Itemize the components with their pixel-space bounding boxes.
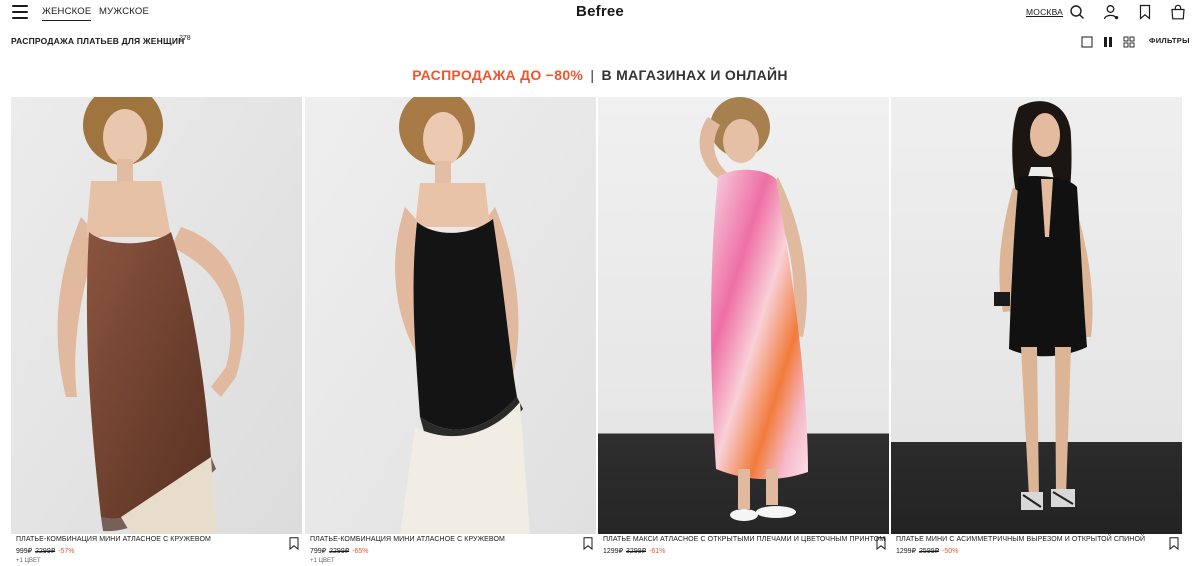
product-card: ПЛАТЬЕ-КОМБИНАЦИЯ МИНИ АТЛАСНОЕ С КРУЖЕВ… [11, 97, 302, 566]
banner-accent: РАСПРОДАЖА ДО −80% [412, 67, 584, 83]
discount-badge: -65% [352, 548, 369, 555]
site-header: ЖЕНСКОЕ МУЖСКОЕ Befree МОСКВА [0, 0, 1200, 26]
price-row: 999₽ 2299₽ -57% [16, 547, 75, 555]
product-image[interactable] [305, 97, 596, 534]
two-column-view-icon[interactable] [1102, 35, 1114, 47]
product-card: ПЛАТЬЕ-КОМБИНАЦИЯ МИНИ АТЛАСНОЕ С КРУЖЕВ… [305, 97, 596, 566]
old-price: 2299₽ [329, 548, 350, 555]
product-image[interactable] [598, 97, 889, 534]
color-count[interactable]: +1 ЦВЕТ [16, 558, 41, 564]
product-count: 278 [179, 35, 191, 42]
product-title[interactable]: ПЛАТЬЕ-КОМБИНАЦИЯ МИНИ АТЛАСНОЕ С КРУЖЕВ… [16, 536, 211, 543]
bag-icon[interactable] [1170, 4, 1186, 20]
sale-banner[interactable]: РАСПРОДАЖА ДО −80% | В МАГАЗИНАХ И ОНЛАЙ… [0, 67, 1200, 83]
bookmark-icon[interactable] [1169, 537, 1179, 550]
price: 799₽ [310, 548, 327, 555]
product-image[interactable] [891, 97, 1182, 534]
discount-badge: -57% [58, 548, 75, 555]
product-title[interactable]: ПЛАТЬЕ МАКСИ АТЛАСНОЕ С ОТКРЫТЫМИ ПЛЕЧАМ… [603, 536, 885, 543]
bookmark-icon[interactable] [583, 537, 593, 550]
grid-view-icon[interactable] [1123, 35, 1135, 48]
old-price: 3299₽ [626, 548, 647, 555]
bookmark-icon[interactable] [876, 537, 886, 550]
discount-badge: -50% [942, 548, 959, 555]
product-title[interactable]: ПЛАТЬЕ-КОМБИНАЦИЯ МИНИ АТЛАСНОЕ С КРУЖЕВ… [310, 536, 505, 543]
category-bar: РАСПРОДАЖА ПЛАТЬЕВ ДЛЯ ЖЕНЩИН 278 ФИЛЬТР… [0, 34, 1200, 48]
filters-button[interactable]: ФИЛЬТРЫ [1149, 36, 1190, 45]
old-price: 2599₽ [919, 548, 940, 555]
banner-text: В МАГАЗИНАХ И ОНЛАЙН [601, 67, 788, 83]
price: 999₽ [16, 548, 33, 555]
logo: Befree [0, 3, 1200, 20]
color-count[interactable]: +1 ЦВЕТ [310, 558, 335, 564]
bookmark-icon[interactable] [1137, 4, 1153, 20]
price-row: 1299₽ 3299₽ -61% [603, 547, 665, 555]
product-card: ПЛАТЬЕ МАКСИ АТЛАСНОЕ С ОТКРЫТЫМИ ПЛЕЧАМ… [598, 97, 889, 566]
banner-separator: | [590, 67, 595, 83]
discount-badge: -61% [649, 548, 666, 555]
product-image[interactable] [11, 97, 302, 534]
product-title[interactable]: ПЛАТЬЕ МИНИ С АСИММЕТРИЧНЫМ ВЫРЕЗОМ И ОТ… [896, 536, 1145, 543]
product-card: ПЛАТЬЕ МИНИ С АСИММЕТРИЧНЫМ ВЫРЕЗОМ И ОТ… [891, 97, 1182, 566]
old-price: 2299₽ [35, 548, 56, 555]
page-title: РАСПРОДАЖА ПЛАТЬЕВ ДЛЯ ЖЕНЩИН [11, 36, 185, 46]
price-row: 799₽ 2299₽ -65% [310, 547, 369, 555]
search-icon[interactable] [1069, 4, 1085, 20]
logo-text[interactable]: Befree [576, 3, 624, 20]
account-icon[interactable] [1103, 4, 1119, 20]
price: 1299₽ [603, 548, 624, 555]
city-selector[interactable]: МОСКВА [1026, 7, 1063, 17]
single-view-icon[interactable] [1081, 35, 1093, 48]
bookmark-icon[interactable] [289, 537, 299, 550]
price: 1299₽ [896, 548, 917, 555]
price-row: 1299₽ 2599₽ -50% [896, 547, 958, 555]
